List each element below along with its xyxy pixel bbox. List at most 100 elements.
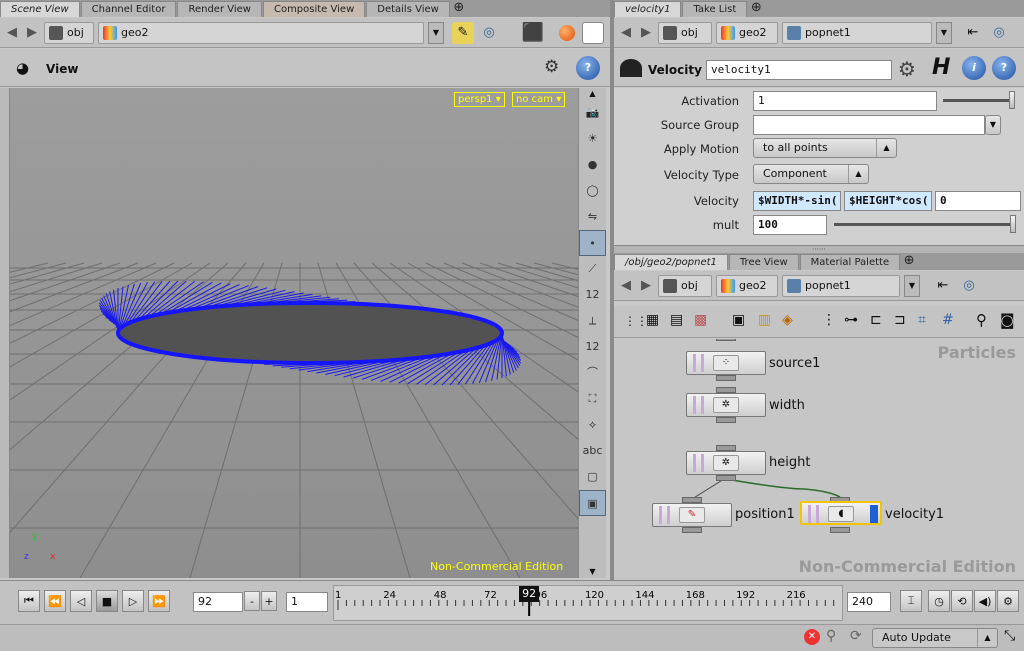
camera-menu[interactable]: persp1 ▾ xyxy=(454,92,505,107)
source-group-dropdown[interactable]: ▼ xyxy=(985,115,1001,135)
add-tab-icon[interactable]: ⊕ xyxy=(901,254,917,270)
back-arrow-icon[interactable]: ◀ xyxy=(618,25,634,41)
tab-velocity1[interactable]: velocity1 xyxy=(614,1,682,17)
tab-material-palette[interactable]: Material Palette xyxy=(799,254,901,270)
tab-details-view[interactable]: Details View xyxy=(366,1,450,17)
tab-render-view[interactable]: Render View xyxy=(177,1,262,17)
step-field[interactable]: 1 xyxy=(286,592,328,612)
view-icon[interactable]: ◕ xyxy=(16,59,29,77)
tab-scene-view[interactable]: Scene View xyxy=(0,1,80,17)
pin-icon[interactable]: ⇤ xyxy=(932,275,954,297)
transform-icon[interactable]: ⛶ xyxy=(579,386,606,412)
global-animation-icon[interactable]: ⚙ xyxy=(997,590,1019,612)
breadcrumb-popnet1[interactable]: popnet1 xyxy=(782,274,900,297)
velocity-type-menu[interactable]: Component ▲ xyxy=(753,164,869,184)
tab-tree-view[interactable]: Tree View xyxy=(728,254,799,270)
breadcrumb-obj[interactable]: obj xyxy=(658,21,712,44)
uv-icon[interactable]: 12 xyxy=(579,334,606,360)
curve-icon[interactable]: ⌒ xyxy=(579,360,606,386)
frame-increment-button[interactable]: + xyxy=(261,591,277,611)
pin-icon[interactable]: ⇤ xyxy=(962,22,984,44)
timeline-scrubber[interactable]: 1 24 48 72 96 120 144 168 192 216 92 xyxy=(333,585,843,621)
toolbar-scroll-down-icon[interactable]: ▼ xyxy=(579,567,606,576)
refresh-icon[interactable]: ⟳ xyxy=(850,628,862,644)
sheet-icon[interactable]: ▤ xyxy=(670,312,683,328)
current-frame-field[interactable]: 92 xyxy=(193,592,243,612)
node-source1[interactable]: ⁘ xyxy=(686,351,766,375)
normal-icon[interactable]: ⟂ xyxy=(579,308,606,334)
gear-icon[interactable]: ⚙ xyxy=(898,57,916,81)
arrange-icon[interactable]: ⊐ xyxy=(894,312,906,328)
snap-icon[interactable]: ⌗ xyxy=(918,312,926,328)
keyframe-icon[interactable]: ⌶ xyxy=(900,590,922,612)
list-view-icon[interactable]: ⋮⋮ xyxy=(624,314,648,328)
back-arrow-icon[interactable]: ◀ xyxy=(4,25,20,41)
find-icon[interactable]: ⚲ xyxy=(976,311,987,329)
resize-grip-icon[interactable]: ⤡ xyxy=(1004,628,1015,644)
tab-composite-view[interactable]: Composite View xyxy=(262,1,366,17)
mult-slider-track[interactable] xyxy=(834,223,1016,226)
breadcrumb-obj[interactable]: obj xyxy=(44,21,94,44)
node-velocity1[interactable]: ◖ xyxy=(800,501,882,525)
add-tab-icon[interactable]: ⊕ xyxy=(748,1,764,17)
breadcrumb-geo2[interactable]: geo2 xyxy=(98,21,424,44)
playhead-label[interactable]: 92 xyxy=(519,586,540,602)
play-icon[interactable]: ▷ xyxy=(122,590,144,612)
sticky-note-icon[interactable]: ▥ xyxy=(758,312,771,328)
comment-icon[interactable]: ▢ xyxy=(579,464,606,490)
jump-start-icon[interactable]: ⏮ xyxy=(18,590,40,612)
source-group-field[interactable] xyxy=(753,115,985,135)
network-box-icon[interactable]: ▣ xyxy=(732,312,745,328)
subnet-icon[interactable]: ◈ xyxy=(782,312,793,328)
forward-arrow-icon[interactable]: ▶ xyxy=(24,25,40,41)
play-reverse-icon[interactable]: ◁ xyxy=(70,590,92,612)
camera-icon[interactable]: 📷 xyxy=(579,100,606,126)
layout-down-icon[interactable]: ⋮ xyxy=(822,312,836,328)
preview-icon[interactable]: ◙ xyxy=(1000,311,1015,329)
node-height[interactable]: ✲ xyxy=(686,451,766,475)
velocity-z-field[interactable]: 0 xyxy=(935,191,1021,211)
apply-motion-menu[interactable]: to all points ▲ xyxy=(753,138,897,158)
toolbar-scroll-up-icon[interactable]: ▲ xyxy=(579,88,606,100)
activation-field[interactable]: 1 xyxy=(753,91,937,111)
snap-icon[interactable]: ⟡ xyxy=(579,412,606,438)
viewport[interactable]: persp1 ▾ no cam ▾ Non-Commercial Edition… xyxy=(10,88,578,578)
display-options-icon[interactable]: ⚙ xyxy=(544,57,559,77)
tab-channel-editor[interactable]: Channel Editor xyxy=(80,1,177,17)
no-cam-menu[interactable]: no cam ▾ xyxy=(512,92,566,107)
tab-network-path[interactable]: /obj/geo2/popnet1 xyxy=(614,254,728,270)
sphere-icon[interactable]: ● xyxy=(579,152,606,178)
material-ball-icon[interactable] xyxy=(556,22,578,44)
palette-icon[interactable]: ▩ xyxy=(694,312,707,328)
help-icon[interactable]: ? xyxy=(992,56,1016,80)
link-icon[interactable]: ◎ xyxy=(988,22,1010,44)
pin-icon[interactable]: ✎ xyxy=(452,21,474,44)
display-flag[interactable] xyxy=(870,505,878,523)
node-position1[interactable]: ✎ xyxy=(652,503,732,527)
node-output-connector[interactable] xyxy=(830,527,850,533)
back-arrow-icon[interactable]: ◀ xyxy=(618,278,634,294)
cube-icon[interactable]: ⬛ xyxy=(522,22,544,44)
node-input-connector[interactable] xyxy=(716,339,736,341)
globe-icon[interactable]: ◯ xyxy=(579,178,606,204)
audio-icon[interactable]: ◀) xyxy=(974,590,996,612)
node-output-connector[interactable] xyxy=(716,475,736,481)
background-color-icon[interactable] xyxy=(582,21,604,44)
node-name-field[interactable]: velocity1 xyxy=(706,60,892,80)
breadcrumb-geo2[interactable]: geo2 xyxy=(716,274,778,297)
align-icon[interactable]: ⊏ xyxy=(870,312,882,328)
help-icon[interactable]: ? xyxy=(576,56,600,80)
viewport-canvas[interactable] xyxy=(10,88,578,578)
realtime-clock-icon[interactable]: ◷ xyxy=(928,590,950,612)
tab-take-list[interactable]: Take List xyxy=(682,1,748,17)
node-output-connector[interactable] xyxy=(716,417,736,423)
point-icon[interactable]: • xyxy=(579,230,606,256)
loop-icon[interactable]: ⟲ xyxy=(951,590,973,612)
search-icon[interactable]: ⚲ xyxy=(826,628,836,644)
add-tab-icon[interactable]: ⊕ xyxy=(451,1,467,17)
breadcrumb-obj[interactable]: obj xyxy=(658,274,712,297)
edge-icon[interactable]: ⟋ xyxy=(579,256,606,282)
step-forward-icon[interactable]: ⏩ xyxy=(148,590,170,612)
layout-right-icon[interactable]: ⊶ xyxy=(844,312,858,328)
link-icon[interactable]: ◎ xyxy=(958,275,980,297)
